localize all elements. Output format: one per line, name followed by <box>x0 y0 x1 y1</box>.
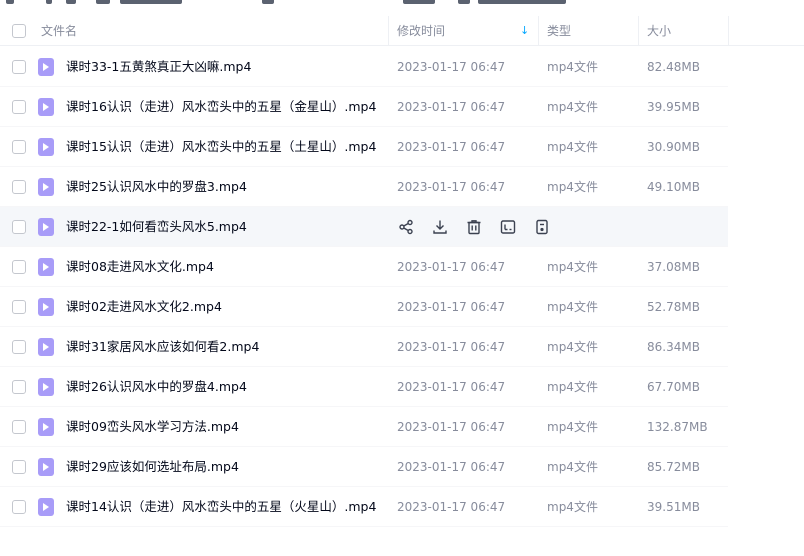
row-checkbox[interactable] <box>12 220 26 234</box>
file-modified-date: 2023-01-17 06:47 <box>397 140 506 154</box>
video-file-icon <box>38 138 54 156</box>
file-row[interactable]: 课时29应该如何选址布局.mp4 2023-01-17 06:47 mp4文件 85.… <box>0 447 728 487</box>
row-checkbox[interactable] <box>12 500 26 514</box>
file-list: 课时33-1五黄煞真正大凶嘛.mp4 2023-01-17 06:47 mp4文件 8… <box>0 47 728 527</box>
file-type: mp4文件 <box>547 180 598 194</box>
file-modified-date: 2023-01-17 06:47 <box>397 420 506 434</box>
file-type: mp4文件 <box>547 420 598 434</box>
file-modified-date: 2023-01-17 06:47 <box>397 180 506 194</box>
file-size: 67.70MB <box>647 380 700 394</box>
file-name[interactable]: 课时15认识（走进）风水峦头中的五星（土星山）.mp4 <box>66 127 376 167</box>
video-file-icon <box>38 418 54 436</box>
row-checkbox[interactable] <box>12 340 26 354</box>
row-checkbox[interactable] <box>12 140 26 154</box>
file-name[interactable]: 课时33-1五黄煞真正大凶嘛.mp4 <box>66 47 251 87</box>
column-divider[interactable] <box>728 16 729 46</box>
file-size: 86.34MB <box>647 340 700 354</box>
file-name[interactable]: 课时31家居风水应该如何看2.mp4 <box>66 327 259 367</box>
select-all-checkbox[interactable] <box>12 24 26 38</box>
file-row[interactable]: 课时15认识（走进）风水峦头中的五星（土星山）.mp4 2023-01-17 06… <box>0 127 728 167</box>
file-row[interactable]: 课时33-1五黄煞真正大凶嘛.mp4 2023-01-17 06:47 mp4文件 8… <box>0 47 728 87</box>
row-checkbox[interactable] <box>12 60 26 74</box>
sort-desc-icon[interactable]: ↓ <box>520 16 529 46</box>
video-file-icon <box>38 58 54 76</box>
file-row[interactable]: 课时09峦头风水学习方法.mp4 2023-01-17 06:47 mp4文件 132… <box>0 407 728 447</box>
file-row[interactable]: 课时08走进风水文化.mp4 2023-01-17 06:47 mp4文件 37.08… <box>0 247 728 287</box>
file-size: 37.08MB <box>647 260 700 274</box>
file-type: mp4文件 <box>547 60 598 74</box>
share-icon[interactable] <box>397 218 415 236</box>
file-type: mp4文件 <box>547 260 598 274</box>
file-name[interactable]: 课时25认识风水中的罗盘3.mp4 <box>66 167 247 207</box>
video-file-icon <box>38 458 54 476</box>
column-divider[interactable] <box>388 16 389 46</box>
row-checkbox[interactable] <box>12 260 26 274</box>
file-size: 49.10MB <box>647 180 700 194</box>
file-row[interactable]: 课时02走进风水文化2.mp4 2023-01-17 06:47 mp4文件 52.7… <box>0 287 728 327</box>
download-icon[interactable] <box>431 218 449 236</box>
file-modified-date: 2023-01-17 06:47 <box>397 380 506 394</box>
file-modified-date: 2023-01-17 06:47 <box>397 60 506 74</box>
video-file-icon <box>38 218 54 236</box>
file-name[interactable]: 课时26认识风水中的罗盘4.mp4 <box>66 367 247 407</box>
file-modified-date: 2023-01-17 06:47 <box>397 260 506 274</box>
file-modified-date: 2023-01-17 06:47 <box>397 300 506 314</box>
rename-icon[interactable] <box>499 218 517 236</box>
file-row[interactable]: 课时16认识（走进）风水峦头中的五星（金星山）.mp4 2023-01-17 06… <box>0 87 728 127</box>
file-list-header: 文件名 修改时间 ↓ 类型 大小 <box>0 16 804 46</box>
file-name[interactable]: 课时29应该如何选址布局.mp4 <box>66 447 239 487</box>
video-file-icon <box>38 338 54 356</box>
file-name[interactable]: 课时16认识（走进）风水峦头中的五星（金星山）.mp4 <box>66 87 376 127</box>
file-type: mp4文件 <box>547 380 598 394</box>
file-name[interactable]: 课时09峦头风水学习方法.mp4 <box>66 407 239 447</box>
file-name[interactable]: 课时22-1如何看峦头风水5.mp4 <box>66 207 247 247</box>
column-header-size[interactable]: 大小 <box>647 16 671 46</box>
row-checkbox[interactable] <box>12 300 26 314</box>
file-size: 39.51MB <box>647 500 700 514</box>
file-size: 39.95MB <box>647 100 700 114</box>
more-icon[interactable] <box>533 218 551 236</box>
delete-icon[interactable] <box>465 218 483 236</box>
file-row[interactable]: 课时22-1如何看峦头风水5.mp4 <box>0 207 728 247</box>
row-checkbox[interactable] <box>12 460 26 474</box>
column-divider[interactable] <box>638 16 639 46</box>
file-row[interactable]: 课时31家居风水应该如何看2.mp4 2023-01-17 06:47 mp4文件 8… <box>0 327 728 367</box>
column-header-name[interactable]: 文件名 <box>41 16 77 46</box>
file-row[interactable]: 课时14认识（走进）风水峦头中的五星（火星山）.mp4 2023-01-17 06… <box>0 487 728 527</box>
video-file-icon <box>38 178 54 196</box>
video-file-icon <box>38 498 54 516</box>
file-type: mp4文件 <box>547 340 598 354</box>
row-checkbox[interactable] <box>12 180 26 194</box>
cropped-toolbar <box>0 0 804 6</box>
file-size: 85.72MB <box>647 460 700 474</box>
file-size: 52.78MB <box>647 300 700 314</box>
row-checkbox[interactable] <box>12 380 26 394</box>
file-modified-date: 2023-01-17 06:47 <box>397 500 506 514</box>
column-header-date[interactable]: 修改时间 <box>397 16 445 46</box>
video-file-icon <box>38 378 54 396</box>
file-modified-date: 2023-01-17 06:47 <box>397 460 506 474</box>
file-name[interactable]: 课时02走进风水文化2.mp4 <box>66 287 222 327</box>
file-modified-date: 2023-01-17 06:47 <box>397 100 506 114</box>
file-row[interactable]: 课时26认识风水中的罗盘4.mp4 2023-01-17 06:47 mp4文件 67… <box>0 367 728 407</box>
video-file-icon <box>38 98 54 116</box>
file-size: 30.90MB <box>647 140 700 154</box>
file-type: mp4文件 <box>547 500 598 514</box>
file-modified-date: 2023-01-17 06:47 <box>397 340 506 354</box>
file-type: mp4文件 <box>547 100 598 114</box>
file-name[interactable]: 课时14认识（走进）风水峦头中的五星（火星山）.mp4 <box>66 487 376 527</box>
file-size: 82.48MB <box>647 60 700 74</box>
row-checkbox[interactable] <box>12 100 26 114</box>
column-divider[interactable] <box>538 16 539 46</box>
video-file-icon <box>38 258 54 276</box>
video-file-icon <box>38 298 54 316</box>
row-checkbox[interactable] <box>12 420 26 434</box>
file-type: mp4文件 <box>547 300 598 314</box>
file-name[interactable]: 课时08走进风水文化.mp4 <box>66 247 214 287</box>
file-type: mp4文件 <box>547 460 598 474</box>
file-row[interactable]: 课时25认识风水中的罗盘3.mp4 2023-01-17 06:47 mp4文件 49… <box>0 167 728 207</box>
file-type: mp4文件 <box>547 140 598 154</box>
column-header-type[interactable]: 类型 <box>547 16 571 46</box>
file-size: 132.87MB <box>647 420 708 434</box>
